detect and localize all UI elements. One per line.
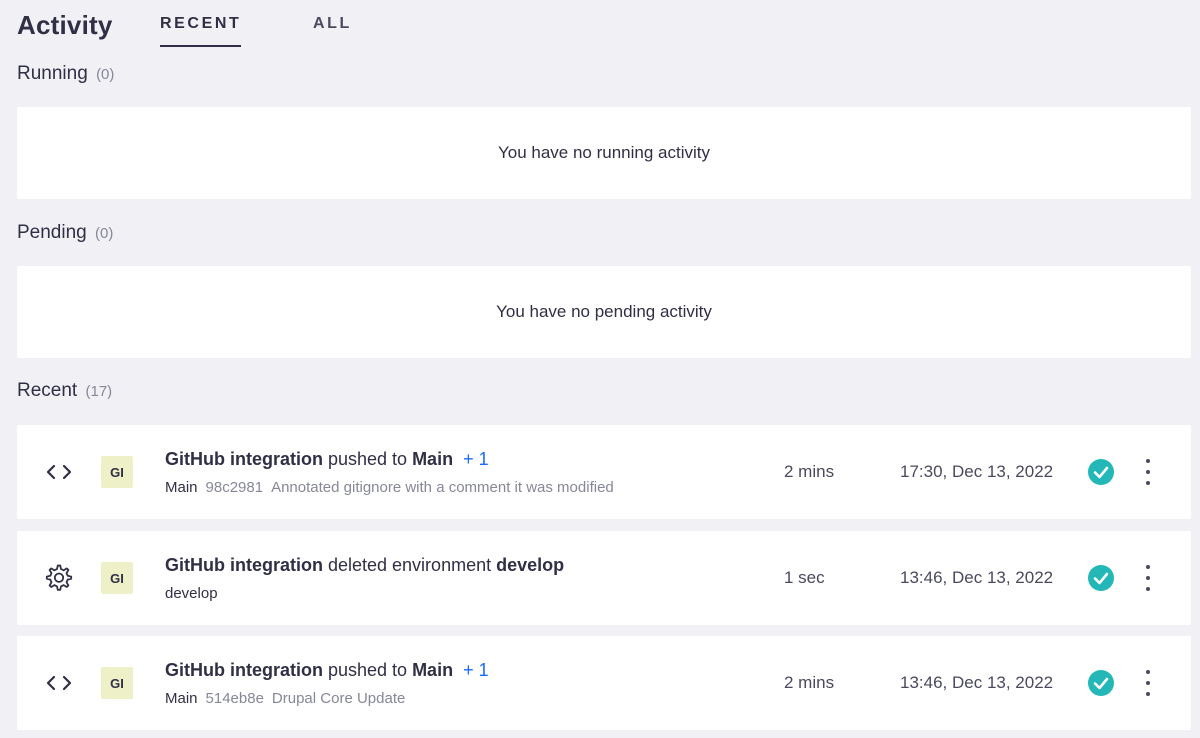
- running-count: (0): [96, 66, 115, 83]
- page-header: Activity RECENT ALL: [17, 0, 1187, 56]
- tab-all[interactable]: ALL: [313, 15, 352, 45]
- activity-title: GitHub integration pushed to Main + 1: [165, 660, 489, 681]
- code-icon: [45, 669, 73, 697]
- activity-actor: GitHub integration: [165, 660, 323, 680]
- activity-target: develop: [496, 555, 565, 575]
- pending-empty-message: You have no pending activity: [496, 302, 712, 321]
- success-check-icon: [1088, 670, 1114, 696]
- activity-details: Main 98c2981 Annotated gitignore with a co…: [165, 479, 614, 496]
- success-check-icon: [1088, 565, 1114, 591]
- activity-timestamp: 13:46, Dec 13, 2022: [900, 568, 1054, 587]
- page-title: Activity: [17, 10, 113, 40]
- dot-icon: [1146, 481, 1150, 485]
- dot-icon: [1146, 587, 1150, 591]
- more-commits-link[interactable]: + 1: [463, 449, 489, 469]
- activity-action: pushed to: [322, 660, 413, 680]
- dot-icon: [1146, 681, 1150, 685]
- recent-count: (17): [85, 383, 113, 400]
- avatar: GI: [101, 562, 133, 594]
- gear-icon: [45, 564, 73, 592]
- activity-title: GitHub integration pushed to Main + 1: [165, 449, 489, 470]
- code-icon: [45, 458, 73, 486]
- activity-duration: 1 sec: [784, 568, 825, 587]
- commit-message: Drupal Core Update: [271, 690, 406, 707]
- pending-label: Pending: [17, 222, 87, 243]
- activity-actor: GitHub integration: [165, 449, 323, 469]
- more-options-button[interactable]: [1140, 459, 1156, 485]
- more-options-button[interactable]: [1140, 670, 1156, 696]
- activity-branch: Main: [165, 690, 198, 707]
- commit-message: Annotated gitignore with a comment it wa…: [271, 479, 614, 496]
- dot-icon: [1146, 470, 1150, 474]
- avatar: GI: [101, 667, 133, 699]
- recent-label: Recent: [17, 380, 78, 401]
- pending-empty-state: You have no pending activity: [17, 266, 1191, 358]
- activity-row[interactable]: GI GitHub integration pushed to Main + 1 …: [17, 636, 1191, 730]
- dot-icon: [1146, 459, 1150, 463]
- running-label: Running: [17, 63, 88, 84]
- activity-duration: 2 mins: [784, 673, 835, 692]
- activity-details: develop: [165, 585, 218, 602]
- activity-timestamp: 13:46, Dec 13, 2022: [900, 673, 1054, 692]
- pending-count: (0): [95, 225, 114, 242]
- dot-icon: [1146, 576, 1150, 580]
- dot-icon: [1146, 670, 1150, 674]
- running-heading: Running (0): [17, 63, 114, 85]
- pending-heading: Pending (0): [17, 222, 113, 244]
- recent-heading: Recent (17): [17, 380, 112, 402]
- avatar: GI: [101, 456, 133, 488]
- activity-details: Main 514eb8e Drupal Core Update: [165, 690, 405, 707]
- activity-timestamp: 17:30, Dec 13, 2022: [900, 462, 1054, 481]
- activity-branch: Main: [165, 479, 198, 496]
- dot-icon: [1146, 565, 1150, 569]
- running-empty-message: You have no running activity: [497, 143, 711, 162]
- tab-recent[interactable]: RECENT: [160, 15, 242, 47]
- more-commits-link[interactable]: + 1: [463, 660, 489, 680]
- running-empty-state: You have no running activity: [17, 107, 1191, 199]
- activity-row[interactable]: GI GitHub integration pushed to Main + 1 …: [17, 425, 1191, 519]
- activity-action: pushed to: [322, 449, 413, 469]
- activity-actor: GitHub integration: [165, 555, 323, 575]
- success-check-icon: [1088, 459, 1114, 485]
- activity-target: Main: [412, 660, 454, 680]
- activity-branch: develop: [165, 585, 218, 602]
- activity-duration: 2 mins: [784, 462, 835, 481]
- activity-row[interactable]: GI GitHub integration deleted environmen…: [17, 531, 1191, 625]
- commit-hash: 514eb8e: [205, 690, 264, 707]
- activity-target: Main: [412, 449, 454, 469]
- activity-title: GitHub integration deleted environment d…: [165, 555, 564, 576]
- more-options-button[interactable]: [1140, 565, 1156, 591]
- activity-action: deleted environment: [322, 555, 497, 575]
- commit-hash: 98c2981: [205, 479, 264, 496]
- dot-icon: [1146, 692, 1150, 696]
